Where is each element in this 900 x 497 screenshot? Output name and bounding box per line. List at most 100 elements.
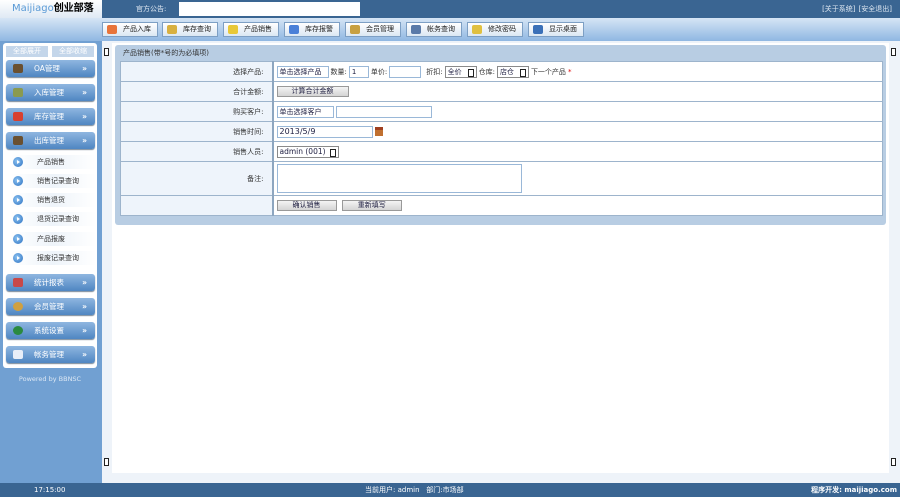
item-label: 产品销售 <box>37 158 65 166</box>
calc-total-button[interactable]: 计算合计金额 <box>276 86 349 97</box>
resize-handle[interactable] <box>891 48 896 56</box>
dept-value: 市场部 <box>442 486 464 494</box>
user-label: 当前用户: <box>365 486 396 494</box>
toolbar-label: 产品销售 <box>244 25 272 33</box>
group-label: 库存管理 <box>34 112 64 121</box>
form-cell: 确认销售 重新填写 <box>272 195 883 216</box>
sidebar-item-sale-return[interactable]: 销售退货 <box>11 193 96 207</box>
form-row: 确认销售 重新填写 <box>120 195 883 216</box>
group-label: 系统设置 <box>34 326 64 335</box>
sidebar-group-oa[interactable]: OA管理 » <box>6 60 95 77</box>
sidebar-group-accounts[interactable]: 帐务管理 » <box>6 346 95 363</box>
form-cell <box>272 161 883 196</box>
sidebar-group-outbound[interactable]: 出库管理 » <box>6 132 95 149</box>
form-cell: 单击选择产品 数量: 1 单价: 折扣: 全价 仓库: 店仓 下一个产品 * <box>272 61 883 82</box>
customer-label: 购买客户: <box>120 101 274 122</box>
powered-by: Powered by BBNSC <box>18 375 82 383</box>
sidebar-group-stock[interactable]: 库存管理 » <box>6 108 95 125</box>
sidebar-group-settings[interactable]: 系统设置 » <box>6 322 95 339</box>
sidebar-group-members[interactable]: 会员管理 » <box>6 298 95 315</box>
item-label: 销售退货 <box>37 196 65 204</box>
toolbar-member[interactable]: 会员管理 <box>345 22 401 37</box>
toolbar-stock-query[interactable]: 库存查询 <box>162 22 218 37</box>
chevron-right-icon: » <box>82 302 87 311</box>
stock-icon <box>13 112 23 121</box>
key-icon <box>472 25 482 34</box>
required-mark: * <box>567 67 572 76</box>
warehouse-select[interactable]: 店仓 <box>496 65 529 78</box>
form-cell: 单击选择客户 <box>272 101 883 122</box>
note-textarea[interactable] <box>276 164 522 193</box>
resize-handle[interactable] <box>104 458 109 466</box>
sale-form: 选择产品: 单击选择产品 数量: 1 单价: 折扣: 全价 仓库: 店仓 下一个产品 * 合计金额… <box>120 61 883 216</box>
report-icon <box>13 278 23 287</box>
item-label: 产品报废 <box>37 235 65 243</box>
top-links: [关于系统] [安全退出] <box>819 4 892 14</box>
confirm-sale-button[interactable]: 确认销售 <box>276 200 337 211</box>
logo: Maijiago创业部落 <box>0 0 102 18</box>
sidebar-item-scrap-records[interactable]: 报废记录查询 <box>11 251 96 265</box>
toolbar-label: 库存查询 <box>183 25 211 33</box>
expand-all-button[interactable]: 全部展开 <box>6 46 48 57</box>
reset-button[interactable]: 重新填写 <box>341 200 402 211</box>
group-label: OA管理 <box>34 64 60 73</box>
member-icon <box>350 25 360 34</box>
toolbar-show-desktop[interactable]: 显示桌面 <box>528 22 584 37</box>
staff-label: 销售人员: <box>120 141 274 162</box>
toolbar-product-sale[interactable]: 产品销售 <box>223 22 279 37</box>
form-cell: admin (001) <box>272 141 883 162</box>
sidebar-item-scrap[interactable]: 产品报废 <box>11 232 96 246</box>
form-row: 合计金额: 计算合计金额 <box>120 81 883 102</box>
play-icon <box>13 157 23 167</box>
sidebar-item-product-sale[interactable]: 产品销售 <box>11 155 96 169</box>
select-customer-button[interactable]: 单击选择客户 <box>276 105 334 118</box>
qty-input[interactable]: 1 <box>348 65 369 78</box>
user-value: admin <box>397 486 420 494</box>
select-product-button[interactable]: 单击选择产品 <box>276 65 329 78</box>
play-icon <box>13 234 23 244</box>
toolbar-label: 库存报警 <box>305 25 333 33</box>
sidebar-item-sale-records[interactable]: 销售记录查询 <box>11 174 96 188</box>
logout-link[interactable]: [安全退出] <box>859 5 892 13</box>
form-row: 销售人员: admin (001) <box>120 141 883 162</box>
chevron-right-icon: » <box>82 278 87 287</box>
item-label: 销售记录查询 <box>37 177 79 185</box>
discount-select[interactable]: 全价 <box>444 65 477 78</box>
coin-icon <box>13 302 23 311</box>
staff-select[interactable]: admin (001) <box>276 145 339 158</box>
play-icon <box>13 214 23 224</box>
toolbar-label: 帐务查询 <box>427 25 455 33</box>
current-user: 当前用户: admin 部门:市场部 <box>365 483 464 497</box>
warehouse-label: 仓库: <box>478 67 495 76</box>
form-row: 销售时间: 2013/5/9 <box>120 121 883 142</box>
house-icon <box>107 25 117 34</box>
sidebar-panel: 全部展开 全部收缩 OA管理 » 入库管理 » 库存管理 » 出库管理 » 产品销售 销… <box>3 43 97 368</box>
resize-handle[interactable] <box>104 48 109 56</box>
group-label: 统计报表 <box>34 278 64 287</box>
status-bar: 17:15:00 当前用户: admin 部门:市场部 程序开发: maijia… <box>0 483 900 497</box>
toolbar-accounts[interactable]: 帐务查询 <box>406 22 462 37</box>
logo-cn: 创业部落 <box>53 3 94 14</box>
toolbar-change-password[interactable]: 修改密码 <box>467 22 523 37</box>
next-product-link[interactable]: 下一个产品 <box>531 68 566 76</box>
item-label: 退货记录查询 <box>37 215 79 223</box>
toolbar-stock-alarm[interactable]: 库存报警 <box>284 22 340 37</box>
notice-input[interactable] <box>179 2 360 16</box>
sale-date-input[interactable]: 2013/5/9 <box>276 125 373 138</box>
customer-input[interactable] <box>335 105 432 118</box>
desktop-icon <box>533 25 543 34</box>
note-label: 备注: <box>120 161 274 196</box>
toolbar-label: 会员管理 <box>366 25 394 33</box>
sidebar-item-return-records[interactable]: 退货记录查询 <box>11 212 96 226</box>
price-input[interactable] <box>389 65 422 78</box>
resize-handle[interactable] <box>891 458 896 466</box>
calendar-icon[interactable] <box>374 127 383 136</box>
sidebar-group-reports[interactable]: 统计报表 » <box>6 274 95 291</box>
collapse-all-button[interactable]: 全部收缩 <box>52 46 94 57</box>
toolbar-product-in[interactable]: 产品入库 <box>102 22 158 37</box>
top-bar: Maijiago创业部落 官方公告: [关于系统] [安全退出] <box>0 0 900 18</box>
sidebar-group-inbound[interactable]: 入库管理 » <box>6 84 95 101</box>
about-system-link[interactable]: [关于系统] <box>822 5 855 13</box>
group-label: 入库管理 <box>34 88 64 97</box>
qty-label: 数量: <box>330 67 347 76</box>
